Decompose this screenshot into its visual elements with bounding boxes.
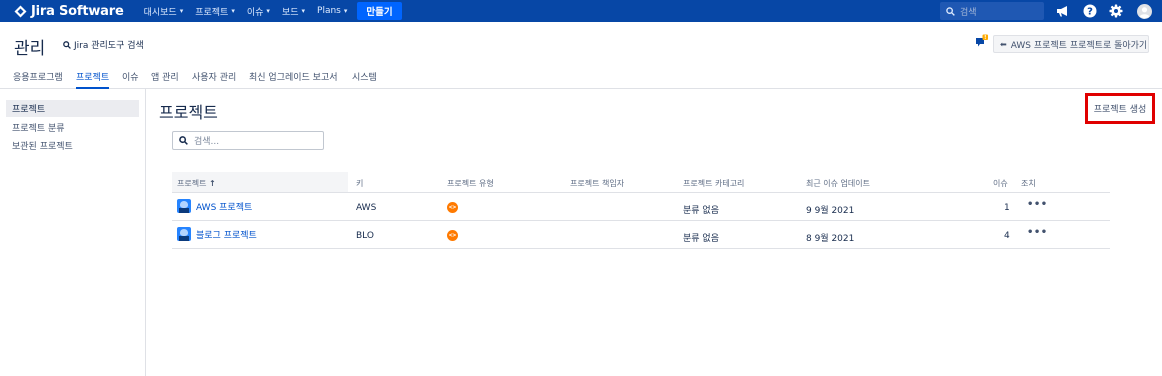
project-name-link[interactable]: 블로그 프로젝트 bbox=[196, 228, 257, 241]
search-icon bbox=[946, 6, 955, 16]
nav-dashboards[interactable]: 대시보드 ▾ bbox=[144, 5, 184, 18]
chevron-down-icon: ▾ bbox=[179, 7, 184, 15]
last-issue-update: 8 9월 2021 bbox=[806, 234, 855, 244]
column-header-lead[interactable]: 프로젝트 책임자 bbox=[570, 178, 624, 189]
global-search-placeholder: 검색 bbox=[960, 7, 977, 18]
nav-dashboards-label: 대시보드 bbox=[143, 7, 177, 18]
nav-boards[interactable]: 보드 ▾ bbox=[282, 5, 305, 18]
tab-user-management[interactable]: 사용자 관리 bbox=[192, 70, 236, 89]
more-actions-icon[interactable]: ••• bbox=[1027, 227, 1048, 238]
tab-issues[interactable]: 이슈 bbox=[122, 70, 139, 89]
nav-issues[interactable]: 이슈 ▾ bbox=[247, 5, 270, 18]
sidebar-item-project-categories[interactable]: 프로젝트 분류 bbox=[6, 119, 139, 136]
announcement-icon[interactable] bbox=[1054, 2, 1072, 20]
create-project-button[interactable]: 프로젝트 생성 bbox=[1085, 93, 1155, 124]
chevron-down-icon: ▾ bbox=[266, 7, 270, 15]
project-search-placeholder: 검색... bbox=[194, 137, 220, 147]
nav-projects[interactable]: 프로젝트 ▾ bbox=[195, 5, 235, 18]
chevron-down-icon: ▾ bbox=[343, 7, 348, 15]
column-project-label: 프로젝트 bbox=[177, 179, 207, 188]
search-icon bbox=[179, 136, 188, 145]
project-category: 분류 없음 bbox=[683, 234, 719, 244]
nav-issues-label: 이슈 bbox=[246, 7, 264, 18]
global-search-input[interactable]: 검색 bbox=[940, 2, 1044, 20]
back-to-project-button[interactable]: ⬅ AWS 프로젝트 프로젝트로 돌아가기 bbox=[993, 35, 1149, 53]
column-header-issues[interactable]: 이슈 bbox=[993, 178, 1008, 189]
tab-projects[interactable]: 프로젝트 bbox=[76, 70, 110, 89]
admin-search-link[interactable]: Jira 관리도구 검색 bbox=[63, 38, 144, 51]
page-title: 관리 bbox=[14, 39, 46, 59]
more-actions-icon[interactable]: ••• bbox=[1027, 199, 1048, 210]
search-icon bbox=[63, 40, 71, 49]
help-icon[interactable]: ? bbox=[1081, 2, 1099, 20]
column-header-updated[interactable]: 최근 이슈 업데이트 bbox=[806, 178, 870, 189]
sidebar: 프로젝트 프로젝트 분류 보관된 프로젝트 bbox=[0, 89, 146, 376]
sidebar-item-archived-projects[interactable]: 보관된 프로젝트 bbox=[6, 137, 139, 154]
tab-upgrade-report[interactable]: 최신 업그레이드 보고서 bbox=[249, 70, 338, 89]
jira-logo-icon bbox=[14, 5, 27, 17]
project-key: BLO bbox=[356, 231, 374, 241]
sidebar-item-projects[interactable]: 프로젝트 bbox=[6, 100, 139, 117]
software-project-type-icon: <> bbox=[447, 230, 458, 241]
column-header-category[interactable]: 프로젝트 카테고리 bbox=[683, 178, 744, 189]
column-header-key[interactable]: 키 bbox=[356, 178, 363, 189]
issue-count: 1 bbox=[1004, 203, 1010, 213]
tab-system[interactable]: 시스템 bbox=[352, 70, 377, 89]
project-category: 분류 없음 bbox=[683, 206, 719, 216]
table-header: 프로젝트 ↑ 키 프로젝트 유형 프로젝트 책임자 프로젝트 카테고리 최근 이… bbox=[172, 172, 1110, 193]
sort-arrow-icon: ↑ bbox=[209, 179, 216, 188]
jira-logo[interactable]: Jira Software bbox=[14, 4, 124, 19]
chevron-down-icon: ▾ bbox=[231, 7, 235, 15]
project-key: AWS bbox=[356, 203, 377, 213]
svg-text:!: ! bbox=[984, 35, 986, 41]
feedback-icon[interactable]: ! bbox=[975, 34, 989, 51]
settings-gear-icon[interactable] bbox=[1107, 2, 1125, 20]
column-header-actions: 조치 bbox=[1021, 179, 1036, 188]
nav-plans[interactable]: Plans ▾ bbox=[317, 6, 347, 16]
table-row: AWS 프로젝트 AWS <> 분류 없음 9 9월 2021 1 ••• bbox=[172, 193, 1110, 221]
project-name-link[interactable]: AWS 프로젝트 bbox=[196, 200, 252, 213]
admin-search-label: Jira 관리도구 검색 bbox=[74, 41, 144, 51]
tab-manage-apps[interactable]: 앱 관리 bbox=[151, 70, 179, 89]
nav-boards-label: 보드 bbox=[281, 7, 299, 18]
project-avatar bbox=[177, 199, 191, 213]
nav-plans-label: Plans bbox=[317, 6, 341, 16]
logo-text: Jira Software bbox=[31, 3, 124, 19]
create-button[interactable]: 만들기 bbox=[357, 2, 402, 20]
admin-tabs: 응용프로그램 프로젝트 이슈 앱 관리 사용자 관리 최신 업그레이드 보고서 … bbox=[0, 68, 1162, 89]
top-navigation: Jira Software 대시보드 ▾ 프로젝트 ▾ 이슈 ▾ 보드 ▾ Plans ▾… bbox=[0, 0, 1162, 22]
tab-applications[interactable]: 응용프로그램 bbox=[13, 70, 63, 89]
user-avatar[interactable] bbox=[1135, 2, 1153, 20]
column-header-project[interactable]: 프로젝트 ↑ bbox=[177, 178, 216, 189]
project-search-input[interactable]: 검색... bbox=[172, 131, 324, 150]
issue-count: 4 bbox=[1004, 231, 1010, 241]
svg-text:?: ? bbox=[1087, 7, 1093, 18]
last-issue-update: 9 9월 2021 bbox=[806, 206, 855, 216]
back-arrow-icon: ⬅ bbox=[1000, 39, 1007, 49]
project-avatar bbox=[177, 227, 191, 241]
chevron-down-icon: ▾ bbox=[301, 7, 306, 15]
software-project-type-icon: <> bbox=[447, 202, 458, 213]
main-title: 프로젝트 bbox=[159, 103, 218, 122]
back-to-project-label: AWS 프로젝트 프로젝트로 돌아가기 bbox=[1010, 40, 1148, 51]
column-header-type[interactable]: 프로젝트 유형 bbox=[447, 178, 494, 189]
nav-projects-label: 프로젝트 bbox=[195, 7, 229, 18]
table-row: 블로그 프로젝트 BLO <> 분류 없음 8 9월 2021 4 ••• bbox=[172, 221, 1110, 249]
